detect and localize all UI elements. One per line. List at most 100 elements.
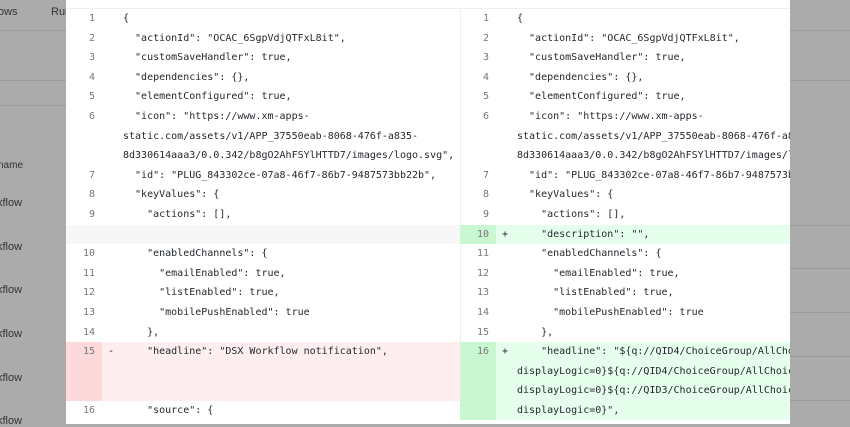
line-number: 13 (476, 287, 489, 299)
diff-line: 9 "actions": [], (66, 205, 460, 225)
diff-marker: - (102, 342, 123, 401)
diff-marker: + (496, 342, 517, 421)
diff-marker (102, 107, 123, 166)
line-code: "customSaveHandler": true, (517, 52, 686, 64)
background-row: kflow (0, 415, 23, 427)
line-code: "elementConfigured": true, (517, 91, 686, 103)
line-code: "id": "PLUG_843302ce-07a8-46f7-86b7-9487… (123, 169, 437, 181)
line-number: 3 (88, 52, 95, 64)
diff-line: 3 "customSaveHandler": true, (66, 48, 460, 68)
line-number: 12 (476, 267, 489, 279)
line-code: "mobilePushEnabled": true (123, 306, 310, 318)
line-code: "id": "PLUG_843302ce-07a8-46f7-86b7-9487… (529, 169, 790, 181)
diff-line: 4 "dependencies": {}, (66, 68, 460, 88)
line-number: 7 (482, 169, 489, 181)
diff-marker (102, 9, 123, 29)
diff-line: 6 "icon": "https://www.xm-apps- static.c… (66, 107, 460, 166)
diff-marker (102, 283, 123, 303)
diff-line: 14 }, (66, 323, 460, 343)
diff-marker (496, 29, 517, 49)
diff-line: 2 "actionId": "OCAC_6SgpVdjQTFxL8it", (66, 29, 460, 49)
line-code: "mobilePushEnabled": true (517, 306, 704, 318)
line-code: "headline": "DSX Workflow notification", (123, 342, 460, 401)
line-code: "actionId": "OCAC_6SgpVdjQTFxL8it", (123, 32, 346, 44)
diff-marker (102, 29, 123, 49)
line-number: 11 (476, 248, 489, 260)
line-number: 17 (460, 420, 496, 424)
line-code: { (517, 13, 524, 24)
diff-line-removed: 15- "headline": "DSX Workflow notificati… (66, 342, 460, 401)
line-number: 2 (482, 32, 489, 44)
divider (0, 105, 66, 106)
diff-marker (496, 420, 517, 424)
background-row: kflow (0, 372, 23, 384)
background-row: kflow (0, 284, 23, 296)
diff-line: 14 "mobilePushEnabled": true (460, 303, 790, 323)
line-number: 4 (482, 71, 489, 83)
line-number: 9 (482, 208, 489, 220)
line-code: "icon": "https://www.xm-apps- static.com… (517, 110, 790, 162)
diff-marker (496, 166, 517, 186)
line-number: 9 (88, 208, 95, 220)
line-number: 1 (88, 13, 95, 24)
line-code: "customSaveHandler": true, (123, 52, 292, 64)
diff-marker (496, 107, 517, 166)
background-tab-workflows: ows (0, 6, 18, 18)
diff-line: 3 "customSaveHandler": true, (460, 48, 790, 68)
divider (790, 268, 850, 269)
diff-line: 8 "keyValues": { (66, 185, 460, 205)
divider (0, 80, 66, 81)
diff-marker (102, 224, 123, 245)
diff-line: 2 "actionId": "OCAC_6SgpVdjQTFxL8it", (460, 29, 790, 49)
divider (790, 400, 850, 401)
line-code: "source": { (517, 420, 790, 424)
diff-marker (102, 264, 123, 284)
divider (790, 225, 850, 226)
line-number: 8 (88, 189, 95, 201)
line-code: }, (517, 326, 554, 338)
line-code: }, (123, 326, 160, 338)
diff-marker (496, 303, 517, 323)
diff-line: 5 "elementConfigured": true, (66, 87, 460, 107)
diff-line: 11 "emailEnabled": true, (66, 264, 460, 284)
line-code: "elementConfigured": true, (123, 91, 292, 103)
diff-marker (102, 303, 123, 323)
line-number: 6 (88, 110, 95, 122)
line-number: 12 (82, 287, 95, 299)
diff-marker (496, 68, 517, 88)
line-number: 6 (482, 110, 489, 122)
line-number: 15 (66, 342, 102, 401)
diff-marker: + (496, 224, 517, 245)
line-number: 7 (88, 169, 95, 181)
diff-marker (102, 244, 123, 264)
diff-pane-original: 1{2 "actionId": "OCAC_6SgpVdjQTFxL8it", 3… (66, 9, 461, 421)
diff-marker (102, 68, 123, 88)
diff-pane-modified: 1{2 "actionId": "OCAC_6SgpVdjQTFxL8it", 3… (460, 9, 790, 424)
line-code: "enabledChannels": { (517, 248, 662, 260)
background-row: kflow (0, 328, 23, 340)
diff-line: 9 "actions": [], (460, 205, 790, 225)
background-row: kflow (0, 241, 23, 253)
line-code: "listEnabled": true, (123, 287, 280, 299)
line-number: 1 (482, 13, 489, 24)
diff-line: 13 "listEnabled": true, (460, 283, 790, 303)
diff-line-placeholder (66, 224, 460, 245)
line-code: "dependencies": {}, (123, 71, 250, 83)
line-code: "listEnabled": true, (517, 287, 674, 299)
diff-line: 17 "source": { (460, 420, 790, 424)
modal-header (66, 0, 790, 9)
divider (790, 80, 850, 81)
diff-line: 1{ (460, 9, 790, 29)
diff-marker (102, 166, 123, 186)
divider (0, 30, 66, 31)
diff-marker (496, 87, 517, 107)
diff-line: 11 "enabledChannels": { (460, 244, 790, 264)
line-code: "actions": [], (517, 208, 626, 220)
diff-line: 8 "keyValues": { (460, 185, 790, 205)
divider (790, 30, 850, 31)
diff-line-added: 16 + "headline": "${q://QID4/ChoiceGroup/… (460, 342, 790, 421)
line-number: 4 (88, 71, 95, 83)
line-number: 10 (460, 224, 496, 245)
diff-marker (496, 283, 517, 303)
line-number: 13 (82, 306, 95, 318)
